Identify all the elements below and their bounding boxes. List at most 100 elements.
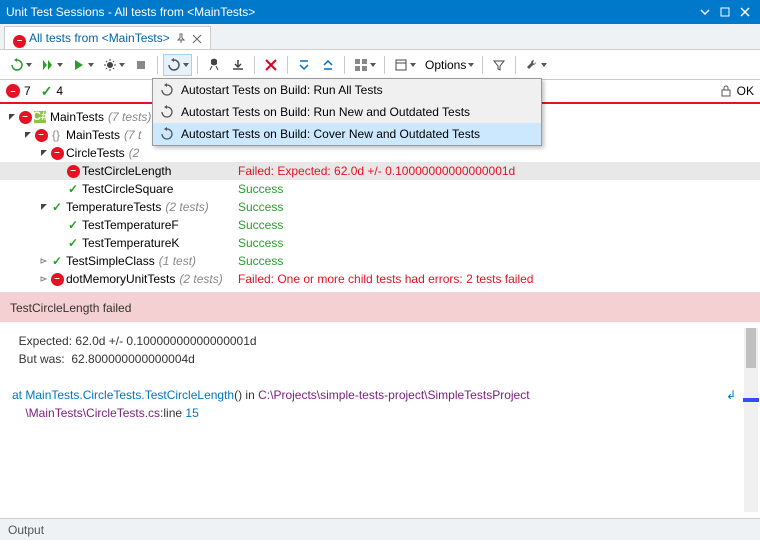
- tree-node-test[interactable]: TestCircleSquare Success: [0, 180, 760, 198]
- fail-icon: –: [50, 273, 64, 286]
- group-by-button[interactable]: [350, 54, 379, 76]
- scrollbar-thumb[interactable]: [746, 328, 756, 368]
- window-maximize-icon[interactable]: [716, 4, 734, 20]
- dropdown-label: Autostart Tests on Build: Cover New and …: [181, 127, 480, 141]
- tree-node-test[interactable]: TestTemperatureF Success: [0, 216, 760, 234]
- refresh-icon: [159, 104, 175, 120]
- export-button[interactable]: [227, 54, 249, 76]
- node-name: dotMemoryUnitTests: [64, 270, 177, 288]
- tree-node-class[interactable]: – dotMemoryUnitTests (2 tests) Failed: O…: [0, 270, 760, 288]
- expand-toggle[interactable]: [38, 257, 50, 265]
- status-failed[interactable]: –7: [6, 84, 31, 98]
- pass-icon: [50, 198, 64, 216]
- pass-icon: [66, 216, 80, 234]
- debug-button[interactable]: [99, 54, 128, 76]
- tree-node-class[interactable]: TemperatureTests (2 tests) Success: [0, 198, 760, 216]
- dropdown-item-cover-new[interactable]: Autostart Tests on Build: Cover New and …: [153, 123, 541, 145]
- pass-icon: [50, 252, 64, 270]
- autostart-dropdown: Autostart Tests on Build: Run All Tests …: [152, 78, 542, 146]
- node-name: TestCircleSquare: [80, 180, 175, 198]
- options-button[interactable]: Options: [421, 54, 477, 76]
- separator: [515, 56, 516, 74]
- dropdown-item-run-all[interactable]: Autostart Tests on Build: Run All Tests: [153, 79, 541, 101]
- node-name: TestSimpleClass: [64, 252, 157, 270]
- pin-icon[interactable]: [174, 33, 188, 43]
- csharp-icon: C#: [32, 110, 48, 124]
- status-ok[interactable]: OK: [719, 84, 754, 98]
- autostart-button[interactable]: [163, 54, 192, 76]
- tree-node-class[interactable]: – CircleTests (2: [0, 144, 760, 162]
- dropdown-item-run-new[interactable]: Autostart Tests on Build: Run New and Ou…: [153, 101, 541, 123]
- fail-icon: –: [6, 84, 20, 98]
- node-name: TestTemperatureK: [80, 234, 181, 252]
- node-name: TestTemperatureF: [80, 216, 181, 234]
- detail-output[interactable]: Expected: 62.0d +/- 0.10000000000000001d…: [0, 322, 760, 518]
- wrench-button[interactable]: [521, 54, 550, 76]
- node-name: TemperatureTests: [64, 198, 163, 216]
- node-name: MainTests: [48, 108, 106, 126]
- run-all-button[interactable]: [37, 54, 66, 76]
- node-result: Success: [230, 180, 283, 198]
- stop-button[interactable]: [130, 54, 152, 76]
- pass-icon: [66, 234, 80, 252]
- filter-button[interactable]: [488, 54, 510, 76]
- options-label: Options: [425, 58, 466, 72]
- toolbar: Options Autostart Tests on Build: Run Al…: [0, 50, 760, 80]
- separator: [344, 56, 345, 74]
- expand-toggle[interactable]: [38, 203, 50, 211]
- tree-node-test[interactable]: TestTemperatureK Success: [0, 234, 760, 252]
- node-count: (7 t: [122, 126, 141, 144]
- track-button[interactable]: [203, 54, 225, 76]
- separator: [157, 56, 158, 74]
- expand-toggle[interactable]: [6, 113, 18, 121]
- refresh-button[interactable]: [6, 54, 35, 76]
- dropdown-label: Autostart Tests on Build: Run New and Ou…: [181, 105, 470, 119]
- trace-at: at: [12, 388, 22, 402]
- fail-icon: –: [13, 32, 25, 44]
- refresh-icon: [159, 82, 175, 98]
- dropdown-label: Autostart Tests on Build: Run All Tests: [181, 83, 383, 97]
- output-panel-tab[interactable]: Output: [0, 518, 760, 540]
- expected-label: Expected:: [19, 334, 72, 348]
- status-passed[interactable]: 4: [41, 83, 63, 100]
- node-name: CircleTests: [64, 144, 127, 162]
- expand-toggle[interactable]: [38, 149, 50, 157]
- separator: [482, 56, 483, 74]
- refresh-icon: [159, 126, 175, 142]
- fail-icon: –: [34, 129, 48, 142]
- fail-icon: –: [50, 147, 64, 160]
- node-name: TestCircleLength: [80, 162, 173, 180]
- tab-session[interactable]: – All tests from <MainTests>: [4, 26, 211, 49]
- run-button[interactable]: [68, 54, 97, 76]
- collapse-all-button[interactable]: [317, 54, 339, 76]
- trace-path: C:\Projects\simple-tests-project\SimpleT…: [258, 388, 529, 402]
- output-toggle-button[interactable]: [390, 54, 419, 76]
- remove-button[interactable]: [260, 54, 282, 76]
- ok-label: OK: [737, 84, 754, 98]
- expand-toggle[interactable]: [22, 131, 34, 139]
- expand-all-button[interactable]: [293, 54, 315, 76]
- scrollbar[interactable]: [744, 328, 758, 512]
- separator: [384, 56, 385, 74]
- expand-toggle[interactable]: [38, 275, 50, 283]
- fail-icon: –: [66, 165, 80, 178]
- separator: [254, 56, 255, 74]
- node-count: (2 tests): [163, 198, 208, 216]
- window-dropdown-icon[interactable]: [696, 4, 714, 20]
- scroll-marker: [743, 398, 759, 402]
- pass-icon: [41, 83, 53, 100]
- node-result: Success: [230, 252, 283, 270]
- butwas-label: But was:: [19, 352, 65, 366]
- tab-close-icon[interactable]: [192, 33, 202, 43]
- wrap-arrow-icon: ↲: [726, 386, 736, 404]
- node-count: (2 tests): [177, 270, 222, 288]
- svg-text:C#: C#: [33, 110, 47, 123]
- window-close-icon[interactable]: [736, 4, 754, 20]
- tree-node-test[interactable]: – TestCircleLength Failed: Expected: 62.…: [0, 162, 760, 180]
- trace-path: \MainTests\CircleTests.cs: [25, 406, 160, 420]
- window-title: Unit Test Sessions - All tests from <Mai…: [6, 5, 694, 19]
- butwas-value: 62.800000000000004d: [71, 352, 194, 366]
- separator: [197, 56, 198, 74]
- tree-node-class[interactable]: TestSimpleClass (1 test) Success: [0, 252, 760, 270]
- tab-strip: – All tests from <MainTests>: [0, 24, 760, 50]
